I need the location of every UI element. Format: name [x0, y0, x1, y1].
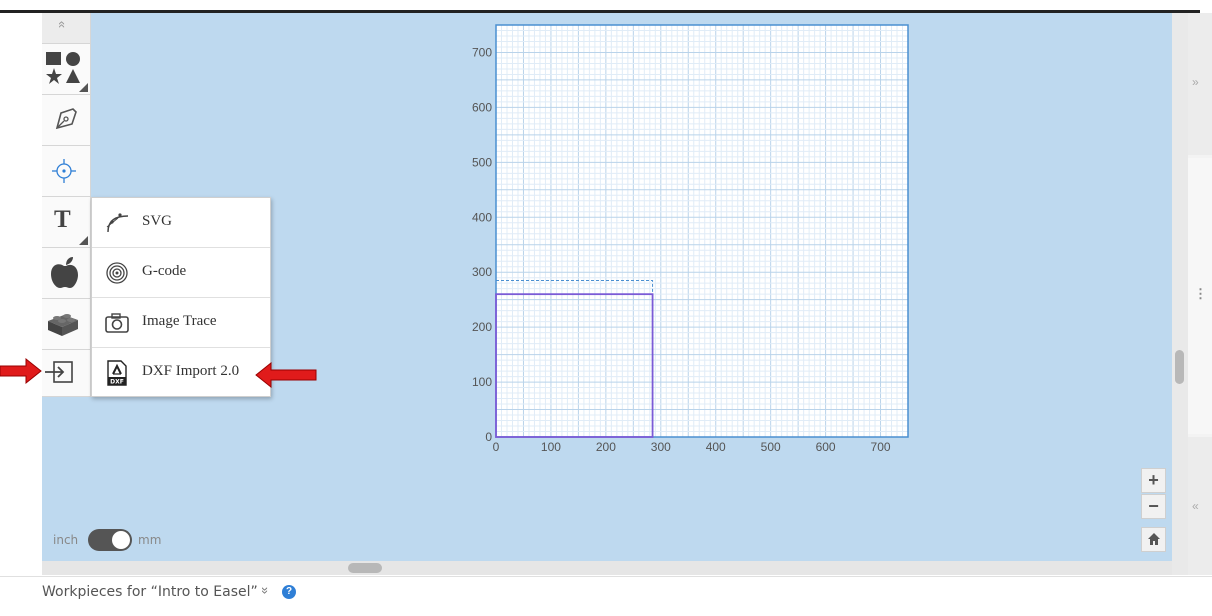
y-tick-label: 500 [472, 155, 492, 169]
annotation-arrow-dxf [255, 362, 317, 388]
menu-item-image-trace[interactable]: Image Trace [92, 298, 270, 348]
apple-icon [51, 257, 78, 288]
toolbar-pen-button[interactable] [42, 95, 90, 146]
toolbar-apps-button[interactable] [42, 248, 90, 299]
x-tick-label: 200 [596, 440, 616, 454]
y-tick-label: 300 [472, 265, 492, 279]
workspace-grid[interactable]: 0 100 200 300 400 500 600 700 0 100 200 300 400 500 60… [450, 20, 920, 460]
toolbar-shapes-button[interactable] [42, 44, 90, 95]
panel-middle-section[interactable]: ⋮ [1188, 158, 1212, 434]
workpieces-title[interactable]: Workpieces for “Intro to Easel” [42, 584, 258, 600]
menu-item-label: DXF Import 2.0 [142, 363, 240, 379]
horizontal-scrollbar[interactable] [42, 561, 1172, 575]
unit-toggle[interactable] [88, 529, 132, 551]
panel-collapse-icon: « [1192, 499, 1199, 513]
menu-item-dxf-import[interactable]: DXF DXF Import 2.0 [92, 348, 270, 397]
x-tick-label: 600 [816, 440, 836, 454]
home-icon [1147, 533, 1160, 545]
gcode-rings-icon [106, 262, 128, 284]
y-tick-label: 700 [472, 45, 492, 59]
y-tick-label: 600 [472, 100, 492, 114]
y-tick-label: 0 [485, 430, 492, 444]
panel-expand-icon: » [1192, 75, 1199, 89]
x-tick-label: 0 [493, 440, 500, 454]
menu-item-label: Image Trace [142, 313, 217, 329]
horizontal-scroll-thumb[interactable] [348, 563, 382, 573]
svg-text:DXF: DXF [110, 379, 124, 386]
menu-item-label: SVG [142, 213, 173, 229]
submenu-indicator [79, 83, 88, 92]
menu-item-gcode[interactable]: G-code [92, 248, 270, 298]
chevron-up-icon: « [55, 20, 71, 29]
grid-background [496, 25, 908, 437]
zoom-out-button[interactable]: − [1141, 494, 1166, 519]
unit-label-inch: inch [53, 533, 79, 547]
zoom-in-button[interactable]: + [1141, 468, 1166, 493]
y-tick-label: 400 [472, 210, 492, 224]
left-toolbar: « T [42, 13, 91, 397]
toolbar-import-button[interactable] [42, 350, 90, 397]
menu-item-svg[interactable]: SVG [92, 198, 270, 248]
import-menu: SVG G-code Image Trace DXF DXF Import 2.… [91, 197, 271, 397]
help-icon[interactable]: ? [282, 585, 296, 599]
y-tick-label: 200 [472, 320, 492, 334]
toggle-knob [112, 531, 130, 549]
vertical-scrollbar[interactable] [1172, 13, 1188, 575]
home-view-button[interactable] [1141, 527, 1166, 552]
submenu-indicator [79, 236, 88, 245]
crosshair-icon [52, 159, 76, 183]
panel-handle-icon: ⋮ [1194, 286, 1207, 301]
svg-curve-icon [106, 213, 129, 233]
chevron-down-icon[interactable]: » [258, 587, 273, 594]
camera-icon [105, 313, 129, 333]
annotation-arrow-toolbar [0, 357, 42, 385]
right-panel: » ⋮ « [1188, 13, 1212, 575]
x-tick-label: 700 [871, 440, 891, 454]
toolbar-text-button[interactable]: T [42, 197, 90, 248]
toolbar-target-button[interactable] [42, 146, 90, 197]
import-icon [45, 361, 73, 383]
toolbar-collapse-button[interactable]: « [42, 13, 90, 44]
lego-brick-icon [48, 314, 78, 336]
unit-label-mm: mm [138, 533, 162, 547]
x-tick-label: 500 [761, 440, 781, 454]
x-tick-label: 100 [541, 440, 561, 454]
toolbar-parts-button[interactable] [42, 299, 90, 350]
plus-icon: + [1148, 470, 1159, 490]
menu-item-label: G-code [142, 263, 187, 279]
panel-top-section[interactable]: » [1188, 13, 1212, 155]
x-tick-label: 300 [651, 440, 671, 454]
workpieces-bar: Workpieces for “Intro to Easel” » ? [0, 576, 1212, 616]
dxf-file-icon: DXF [107, 360, 127, 386]
vertical-scroll-thumb[interactable] [1175, 350, 1184, 384]
y-tick-label: 100 [472, 375, 492, 389]
panel-bottom-section[interactable]: « [1188, 437, 1212, 575]
x-tick-label: 400 [706, 440, 726, 454]
pen-icon [55, 108, 77, 130]
minus-icon: − [1148, 496, 1159, 516]
text-icon: T [54, 206, 71, 233]
